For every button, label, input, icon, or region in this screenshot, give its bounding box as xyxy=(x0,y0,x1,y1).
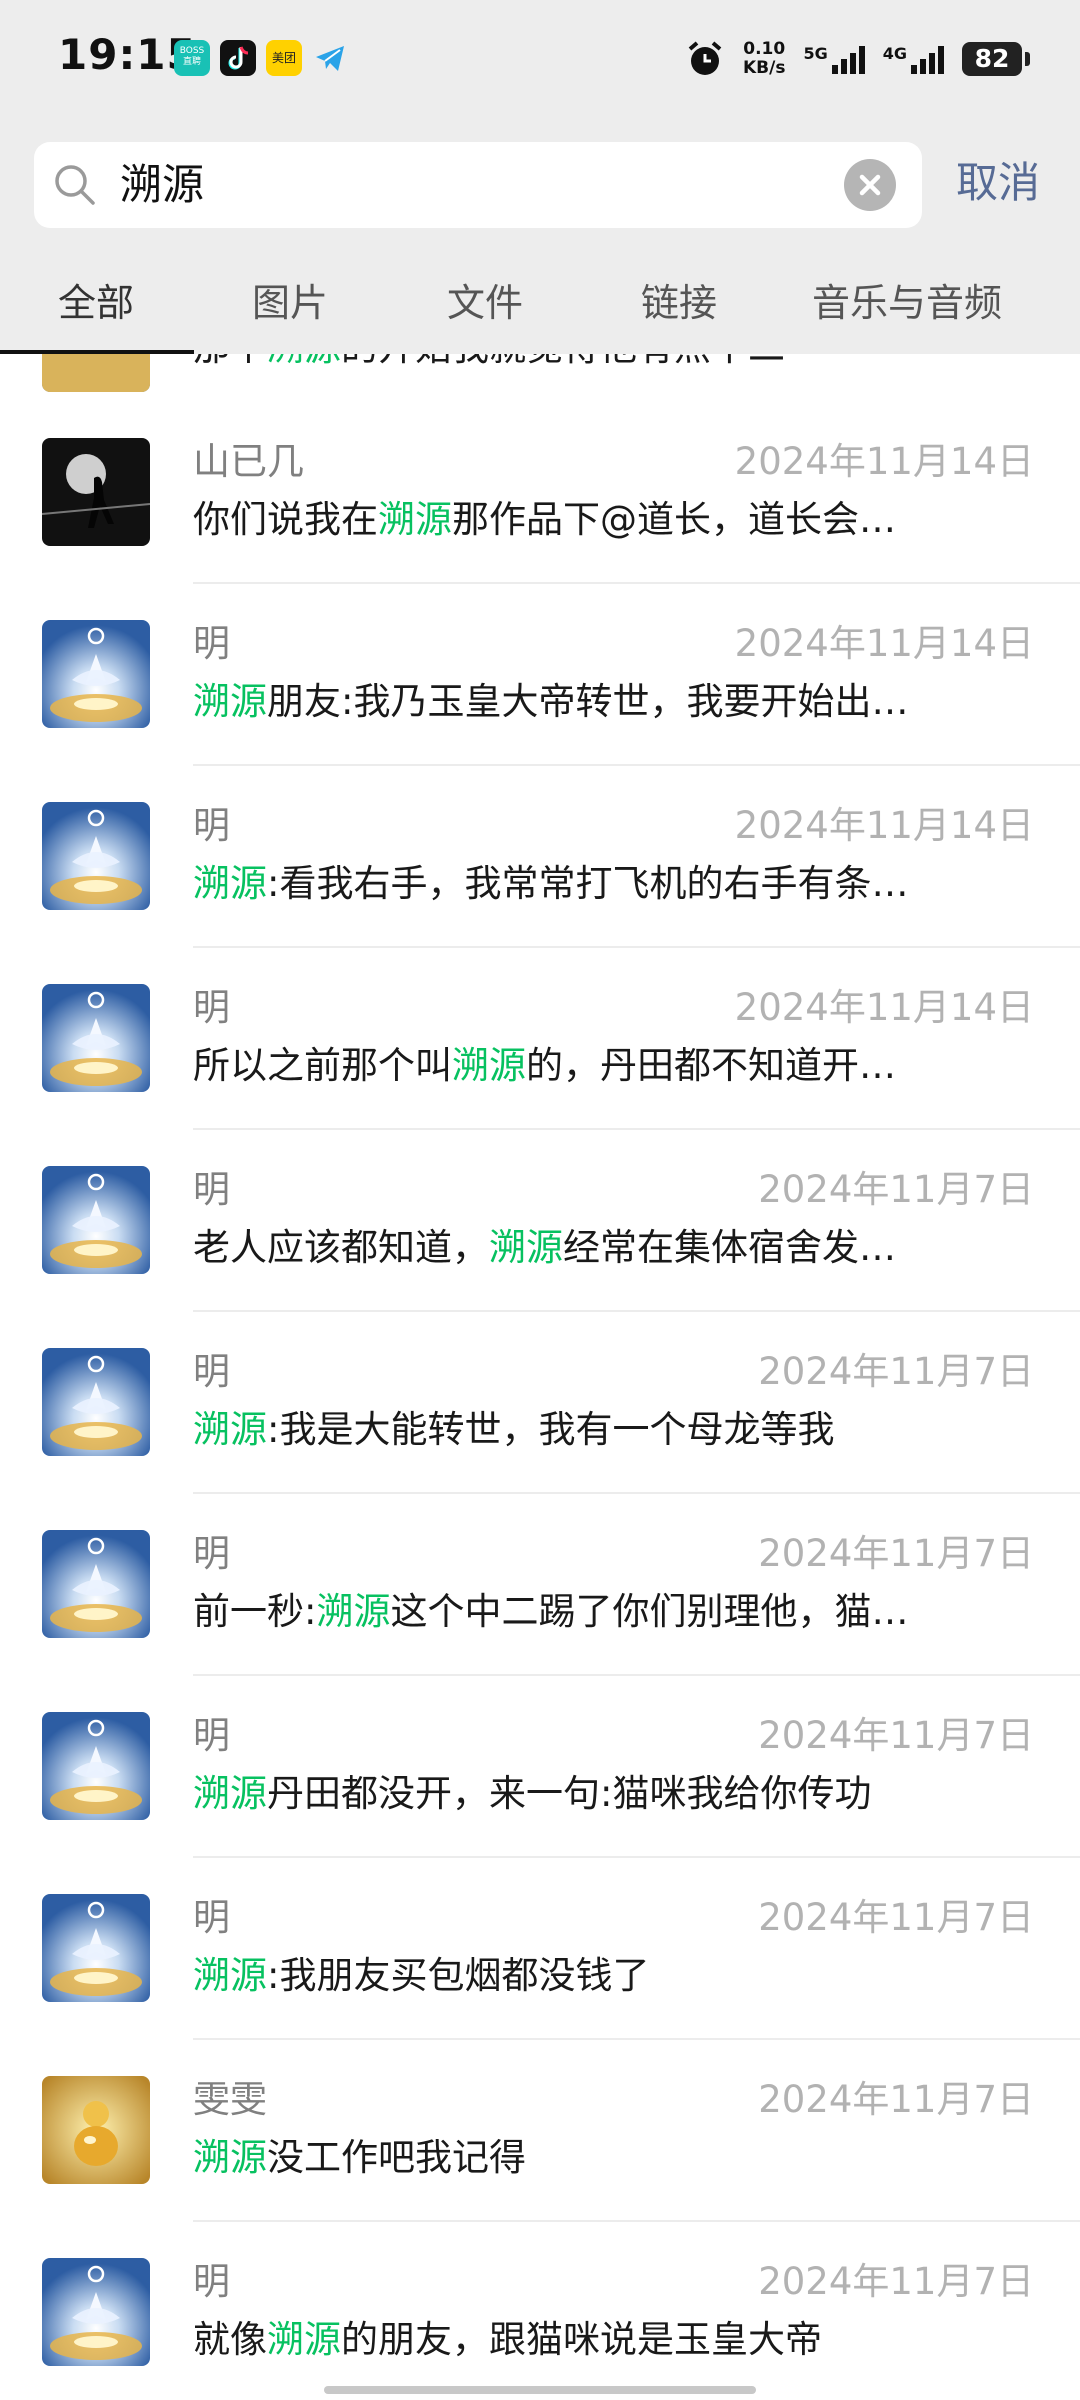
avatar xyxy=(42,984,150,1092)
keyword-highlight: 溯源 xyxy=(193,2136,267,2179)
telegram-icon xyxy=(312,40,348,76)
keyword-highlight: 溯源 xyxy=(378,498,452,541)
sender-name: 明 xyxy=(193,1350,230,1393)
keyword-highlight: 溯源 xyxy=(193,1954,267,1997)
avatar xyxy=(42,1712,150,1820)
keyword-highlight: 溯源 xyxy=(316,1590,391,1633)
list-item[interactable]: 明 2024年11月7日溯源:我是大能转世，我有一个母龙等我 xyxy=(0,1312,1080,1494)
avatar xyxy=(42,2258,150,2366)
message-snippet: 溯源:我是大能转世，我有一个母龙等我 xyxy=(193,1408,835,1451)
sender-name: 明 xyxy=(193,1532,230,1575)
signal-bars-icon xyxy=(831,44,865,74)
avatar xyxy=(42,1166,150,1274)
list-item[interactable]: 明 2024年11月14日所以之前那个叫溯源的，丹田都不知道开… xyxy=(0,948,1080,1130)
cancel-button[interactable]: 取消 xyxy=(956,158,1040,208)
sender-name: 明 xyxy=(193,1896,230,1939)
boss-zhipin-icon: BOSS 直聘 xyxy=(174,40,210,76)
sender-name: 明 xyxy=(193,1714,230,1757)
battery-icon: 82 xyxy=(962,42,1030,76)
sender-name: 明 xyxy=(193,622,230,665)
sender-name: 明 xyxy=(193,804,230,847)
avatar xyxy=(42,2076,150,2184)
search-icon xyxy=(55,165,95,205)
avatar xyxy=(42,438,150,546)
tiktok-icon xyxy=(220,40,256,76)
status-bar: 19:15 BOSS 直聘 美团 0.10 KB/s 5G 4G 82 xyxy=(0,0,1080,118)
close-icon xyxy=(859,174,881,196)
keyword-highlight: 溯源 xyxy=(193,1408,267,1451)
message-date: 2024年11月14日 xyxy=(734,440,1034,483)
clear-search-button[interactable] xyxy=(844,159,896,211)
message-snippet: 溯源:看我右手，我常常打飞机的右手有条… xyxy=(193,862,909,905)
sender-name: 明 xyxy=(193,2260,230,2303)
list-item[interactable]: 明 2024年11月7日老人应该都知道，溯源经常在集体宿舍发… xyxy=(0,1130,1080,1312)
message-date: 2024年11月7日 xyxy=(758,1532,1034,1575)
message-date: 2024年11月7日 xyxy=(758,1896,1034,1939)
message-date: 2024年11月7日 xyxy=(758,2078,1034,2121)
list-item[interactable]: 明 2024年11月7日溯源:我朋友买包烟都没钱了 xyxy=(0,1858,1080,2040)
message-snippet: 你们说我在溯源那作品下@道长，道长会… xyxy=(193,498,896,541)
message-snippet: 溯源:我朋友买包烟都没钱了 xyxy=(193,1954,650,1997)
keyword-highlight: 溯源 xyxy=(193,1772,267,1815)
message-snippet: 溯源没工作吧我记得 xyxy=(193,2136,526,2179)
signal-bars-icon xyxy=(911,44,944,74)
avatar xyxy=(42,1348,150,1456)
list-item[interactable]: 明 2024年11月14日溯源朋友:我乃玉皇大帝转世，我要开始出… xyxy=(0,584,1080,766)
sender-name: 雯雯 xyxy=(193,2078,267,2121)
keyword-highlight: 溯源 xyxy=(267,2318,341,2361)
keyword-highlight: 溯源 xyxy=(452,1044,526,1087)
message-snippet: 溯源丹田都没开，来一句:猫咪我给你传功 xyxy=(193,1772,872,1815)
search-input[interactable]: 溯源 xyxy=(120,160,204,210)
message-snippet: 所以之前那个叫溯源的，丹田都不知道开… xyxy=(193,1044,896,1087)
tab-music-audio[interactable]: 音乐与音频 xyxy=(812,280,1002,326)
avatar xyxy=(42,802,150,910)
message-snippet: 前一秒:溯源这个中二踢了你们别理他，猫… xyxy=(193,1590,909,1633)
message-date: 2024年11月14日 xyxy=(734,986,1034,1029)
sender-name: 明 xyxy=(193,1168,230,1211)
message-snippet: 就像溯源的朋友，跟猫咪说是玉皇大帝 xyxy=(193,2318,822,2361)
tab-links[interactable]: 链接 xyxy=(641,280,717,326)
meituan-icon: 美团 xyxy=(266,40,302,76)
message-date: 2024年11月7日 xyxy=(758,1168,1034,1211)
status-right: 0.10 KB/s 5G 4G 82 xyxy=(685,34,1030,84)
list-item[interactable]: 山已几 2024年11月14日你们说我在溯源那作品下@道长，道长会… xyxy=(0,402,1080,584)
list-item[interactable]: 明 2024年11月7日前一秒:溯源这个中二踢了你们别理他，猫… xyxy=(0,1494,1080,1676)
keyword-highlight: 溯源 xyxy=(489,1226,563,1269)
net-speed: 0.10 KB/s xyxy=(743,39,786,78)
message-date: 2024年11月7日 xyxy=(758,1714,1034,1757)
tab-all[interactable]: 全部 xyxy=(58,280,134,326)
filter-tabs: 全部 图片 文件 链接 音乐与音频 xyxy=(0,250,1080,354)
message-date: 2024年11月7日 xyxy=(758,2260,1034,2303)
message-snippet: 老人应该都知道，溯源经常在集体宿舍发… xyxy=(193,1226,896,1269)
signal-4g: 4G xyxy=(883,44,944,74)
signal-5g: 5G xyxy=(803,44,865,74)
avatar xyxy=(42,1530,150,1638)
list-item[interactable]: 明 2024年11月7日就像溯源的朋友，跟猫咪说是玉皇大帝 xyxy=(0,2222,1080,2400)
sender-name: 山已几 xyxy=(193,440,304,483)
message-date: 2024年11月14日 xyxy=(734,622,1034,665)
tab-images[interactable]: 图片 xyxy=(252,280,328,326)
search-results-list: 山已几 2024年11月14日 你们说我在溯源那作品下@道长，道长会… 明 2024年1… xyxy=(0,354,1080,2400)
avatar xyxy=(42,620,150,728)
message-date: 2024年11月7日 xyxy=(758,1350,1034,1393)
alarm-clock-icon xyxy=(688,41,722,75)
keyword-highlight: 溯源 xyxy=(193,862,267,905)
search-box[interactable]: 溯源 xyxy=(34,142,922,228)
home-indicator xyxy=(324,2386,756,2394)
tab-files[interactable]: 文件 xyxy=(447,280,523,326)
keyword-highlight: 溯源 xyxy=(193,680,267,723)
avatar xyxy=(42,1894,150,2002)
message-date: 2024年11月14日 xyxy=(734,804,1034,847)
search-header: 溯源 取消 xyxy=(0,118,1080,250)
sender-name: 明 xyxy=(193,986,230,1029)
list-item[interactable]: 明 2024年11月14日溯源:看我右手，我常常打飞机的右手有条… xyxy=(0,766,1080,948)
message-snippet: 溯源朋友:我乃玉皇大帝转世，我要开始出… xyxy=(193,680,909,723)
list-item[interactable]: 明 2024年11月7日溯源丹田都没开，来一句:猫咪我给你传功 xyxy=(0,1676,1080,1858)
list-item[interactable]: 雯雯 2024年11月7日溯源没工作吧我记得 xyxy=(0,2040,1080,2222)
